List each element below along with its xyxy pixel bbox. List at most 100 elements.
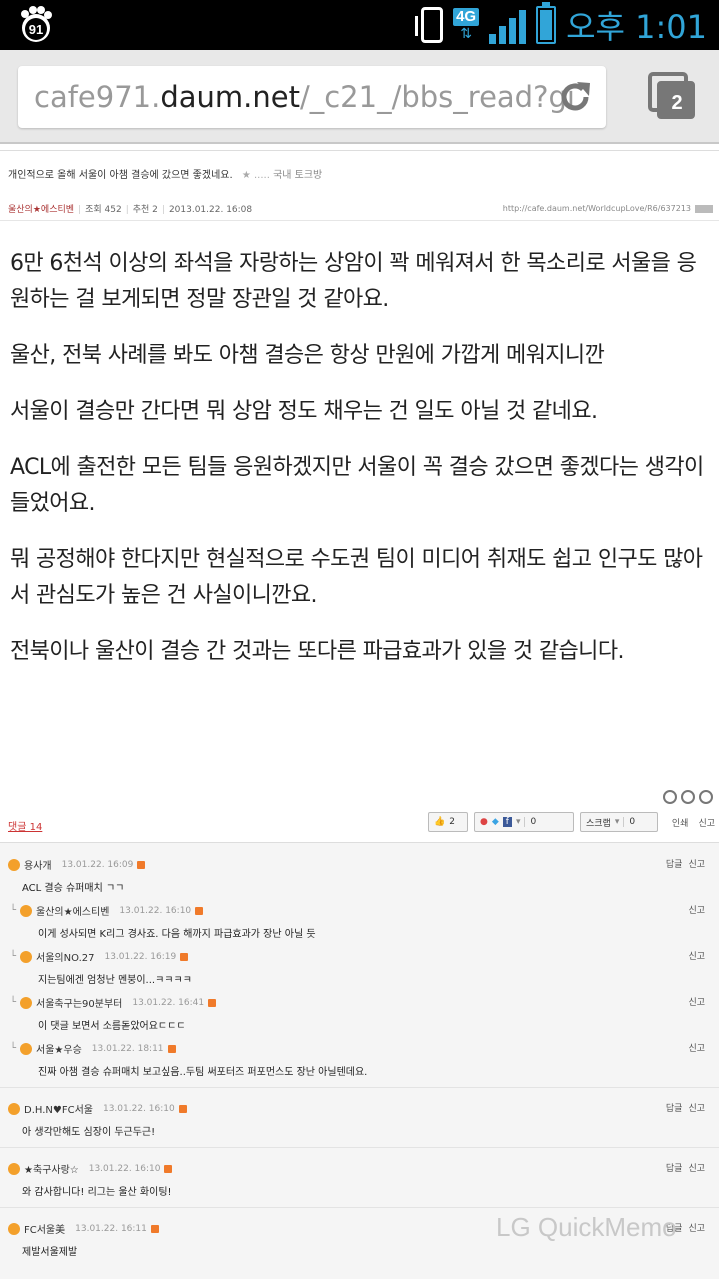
new-icon: [180, 952, 189, 961]
badge-number: 91: [29, 22, 43, 37]
permalink-text[interactable]: http://cafe.daum.net/WorldcupLove/R6/637…: [503, 204, 691, 213]
license-nd-icon: [699, 790, 713, 804]
comment-text: 진짜 아챔 결승 슈퍼매치 보고싶음..두팀 써포터즈 퍼포먼스도 장난 아닐텐…: [38, 1067, 368, 1078]
reply-link[interactable]: 답글: [666, 1161, 683, 1174]
comment-date: 13.01.22. 16:09: [61, 859, 134, 870]
board-marker: ★ .....: [241, 170, 270, 181]
comment-date: 13.01.22. 16:10: [119, 905, 192, 916]
like-count: 2: [449, 817, 455, 827]
scrap-button[interactable]: 스크랩 ▾ 0: [580, 812, 658, 832]
report-link[interactable]: 신고: [698, 816, 715, 829]
post-date: 2013.01.22. 16:08: [168, 205, 253, 215]
report-link[interactable]: 신고: [688, 857, 705, 870]
comment-author[interactable]: FC서울美: [24, 1221, 65, 1236]
url-text[interactable]: cafe971.daum.net/_c21_/bbs_read?gı: [34, 80, 575, 114]
divider: [0, 1207, 719, 1208]
reply-arrow-icon: └: [10, 951, 17, 962]
avatar-icon: [20, 904, 33, 917]
report-link[interactable]: 신고: [688, 903, 705, 916]
report-link[interactable]: 신고: [688, 995, 705, 1008]
board-link[interactable]: 국내 토크방: [273, 170, 322, 181]
divider: [0, 150, 719, 151]
web-page: 개인적으로 올해 서울이 아챔 결승에 갔으면 좋겠네요. ★ ..... 국내…: [0, 146, 719, 1279]
clock: 오후 1:01: [566, 8, 707, 46]
comment-date: 13.01.22. 16:10: [102, 1103, 175, 1114]
comment-text: 제발서울제발: [22, 1247, 78, 1258]
share-count: 0: [524, 817, 536, 827]
comment-text: 이 댓글 보면서 소름돋았어요ㄷㄷㄷ: [38, 1021, 186, 1032]
share-icon: ●: [480, 817, 488, 827]
reply-arrow-icon: └: [10, 1043, 17, 1054]
share-button[interactable]: ● ◆ f ▾ 0: [474, 812, 574, 832]
avatar-icon: [8, 858, 20, 871]
tab-count[interactable]: 2: [660, 88, 694, 118]
view-count: 조회 452: [85, 205, 122, 215]
post-paragraph: 6만 6천석 이상의 좌석을 자랑하는 상암이 꽉 메워져서 한 목소리로 서울…: [10, 251, 697, 312]
comment-date: 13.01.22. 16:11: [75, 1223, 147, 1234]
comment-text: ACL 결승 슈퍼매치 ㄱㄱ: [22, 883, 125, 894]
comment-date: 13.01.22. 16:19: [104, 951, 177, 962]
post-paragraph: 전북이나 울산이 결승 간 것과는 또다른 파급효과가 있을 것 같습니다.: [10, 639, 624, 664]
post-paragraph: ACL에 출전한 모든 팀들 응원하겠지만 서울이 꼭 결승 갔으면 좋겠다는 …: [10, 455, 704, 516]
address-bar[interactable]: cafe971.daum.net/_c21_/bbs_read?gı: [18, 66, 606, 128]
network-type: 4G: [453, 8, 480, 26]
reply-count-link[interactable]: 댓글 14: [8, 818, 42, 833]
post-body: 6만 6천석 이상의 좌석을 자랑하는 상암이 꽉 메워져서 한 목소리로 서울…: [10, 246, 715, 690]
reply-link[interactable]: 답글: [666, 857, 683, 870]
copy-icon[interactable]: [695, 204, 713, 213]
comment-author[interactable]: 서울축구는90분부터: [36, 995, 122, 1010]
comment-author[interactable]: 서울의NO.27: [36, 949, 94, 964]
print-link[interactable]: 인쇄: [672, 816, 689, 829]
comment-author[interactable]: 울산의★에스티벤: [36, 903, 109, 918]
report-link[interactable]: 신고: [688, 1221, 705, 1234]
vibrate-icon: [415, 7, 444, 43]
comment-author[interactable]: 서울★우승: [36, 1041, 82, 1056]
license-nc-icon: [681, 790, 695, 804]
comment-date: 13.01.22. 16:10: [88, 1163, 161, 1174]
comment-author[interactable]: 용사개: [24, 857, 52, 872]
report-link[interactable]: 신고: [688, 1101, 705, 1114]
reply-link[interactable]: 답글: [666, 1101, 683, 1114]
like-button[interactable]: 👍 2: [428, 812, 468, 832]
comment-text: 와 감사합니다! 리그는 울산 화이팅!: [22, 1187, 172, 1198]
chevron-down-icon: ▾: [614, 817, 620, 827]
comment-text: 이게 성사되면 K리그 경사죠. 다음 해까지 파급효과가 장난 아닐 듯: [38, 929, 316, 940]
author-link[interactable]: 울산의★에스티벤: [8, 205, 74, 215]
quickmemo-watermark: LG QuickMemo: [496, 1212, 677, 1242]
avatar-icon: [8, 1222, 20, 1235]
chevron-down-icon: ▾: [515, 817, 521, 827]
permalink[interactable]: http://cafe.daum.net/WorldcupLove/R6/637…: [503, 204, 713, 213]
report-link[interactable]: 신고: [688, 1161, 705, 1174]
report-link[interactable]: 신고: [688, 1041, 705, 1054]
comment-author[interactable]: D.H.N♥FC서울: [24, 1101, 93, 1116]
reply-arrow-icon: └: [10, 905, 17, 916]
battery-icon: [536, 2, 557, 44]
scrap-label: 스크랩: [586, 818, 611, 829]
comment-date: 13.01.22. 18:11: [91, 1043, 164, 1054]
reload-icon[interactable]: [556, 78, 594, 116]
twitter-icon: ◆: [491, 817, 499, 827]
report-link[interactable]: 신고: [688, 949, 705, 962]
new-icon: [164, 1164, 173, 1173]
post-title: 개인적으로 올해 서울이 아챔 결승에 갔으면 좋겠네요.: [8, 170, 233, 181]
browser-toolbar: cafe971.daum.net/_c21_/bbs_read?gı 2: [0, 50, 719, 144]
post-header: 개인적으로 올해 서울이 아챔 결승에 갔으면 좋겠네요. ★ ..... 국내…: [8, 166, 322, 181]
signal-icon: [489, 6, 527, 44]
reply-arrow-icon: └: [10, 997, 17, 1008]
comment-author[interactable]: ★축구사랑☆: [24, 1161, 79, 1176]
network-indicator: 4G ⇅: [453, 8, 480, 42]
divider: [0, 1087, 719, 1088]
paw-badge-icon: 91: [21, 6, 52, 42]
status-bar: 91 4G ⇅ 오후 1:01: [0, 0, 719, 50]
avatar-icon: [8, 1102, 20, 1115]
comment-text: 지는팀에겐 엄청난 멘붕이...ㅋㅋㅋㅋ: [38, 975, 192, 986]
avatar-icon: [8, 1162, 20, 1175]
new-icon: [150, 1224, 159, 1233]
new-icon: [208, 998, 217, 1007]
comment-text: 아 생각만해도 심장이 두근두근!: [22, 1127, 156, 1138]
new-icon: [195, 906, 204, 915]
license-icons: [663, 790, 713, 804]
avatar-icon: [20, 996, 33, 1009]
new-icon: [137, 860, 146, 869]
post-paragraph: 서울이 결승만 간다면 뭐 상암 정도 채우는 건 일도 아닐 것 같네요.: [10, 399, 598, 424]
